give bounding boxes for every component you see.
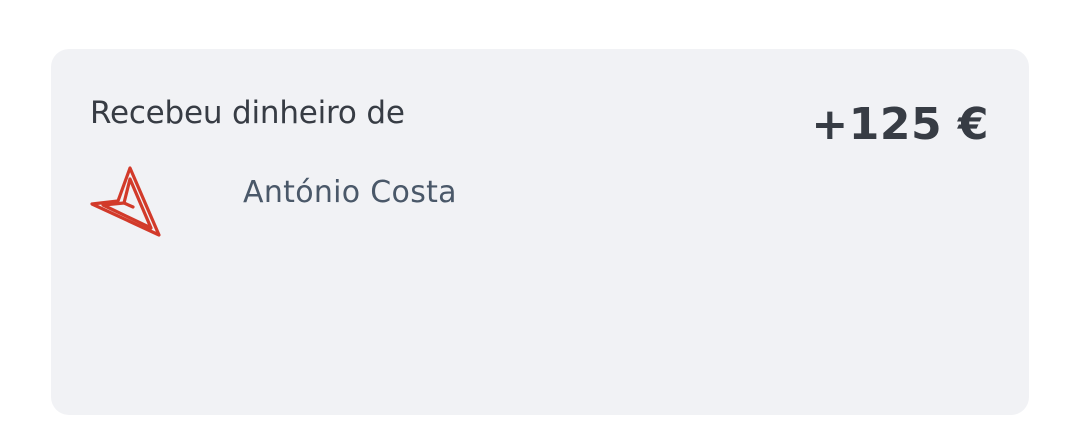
- sender-row: António Costa: [90, 165, 457, 245]
- sender-logo-icon: [90, 165, 164, 239]
- transaction-amount: +125 €: [811, 99, 989, 150]
- transaction-card[interactable]: Recebeu dinheiro de +125 € António Costa: [51, 49, 1029, 415]
- sender-name: António Costa: [243, 175, 457, 210]
- transaction-title: Recebeu dinheiro de: [90, 95, 405, 131]
